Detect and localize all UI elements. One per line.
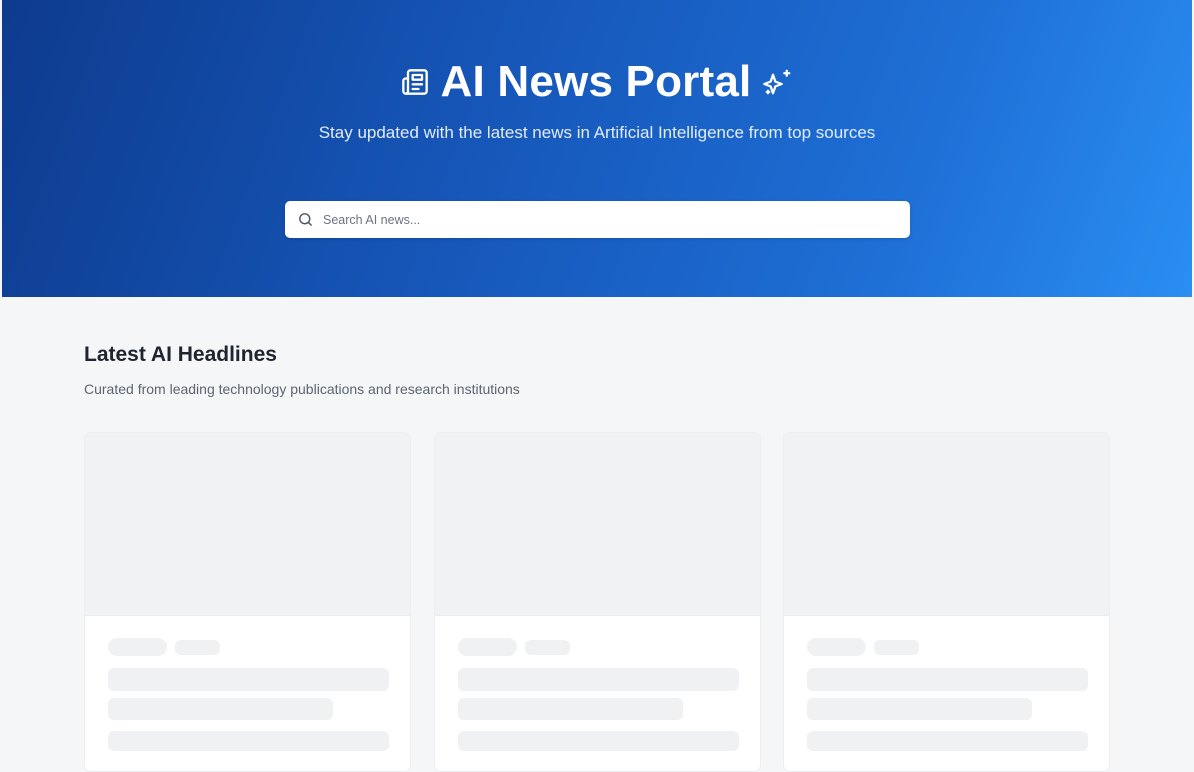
section-subtitle: Curated from leading technology publicat… — [84, 381, 520, 397]
hero-banner: AI News Portal Stay updated with the lat… — [2, 0, 1192, 297]
newspaper-icon — [401, 68, 429, 96]
skeleton-title-line — [807, 698, 1032, 720]
skeleton-source-badge — [108, 638, 167, 656]
skeleton-source-badge — [807, 638, 866, 656]
skeleton-title-line — [108, 668, 389, 691]
search-icon — [297, 211, 314, 228]
skeleton-source-badge — [458, 638, 517, 656]
news-card-skeleton — [84, 432, 411, 772]
skeleton-date — [175, 640, 220, 655]
skeleton-text-line — [458, 731, 739, 751]
page-title: AI News Portal — [440, 57, 752, 106]
news-card-skeleton — [783, 432, 1110, 772]
skeleton-text-line — [807, 731, 1088, 751]
card-image-placeholder — [784, 433, 1109, 616]
skeleton-title-line — [458, 698, 683, 720]
card-image-placeholder — [85, 433, 410, 616]
search-input[interactable] — [323, 212, 910, 227]
skeleton-title-line — [807, 668, 1088, 691]
skeleton-date — [525, 640, 570, 655]
sparkles-icon — [763, 67, 793, 97]
skeleton-title-line — [458, 668, 739, 691]
section-title: Latest AI Headlines — [84, 343, 277, 366]
skeleton-title-line — [108, 698, 333, 720]
news-card-skeleton — [434, 432, 761, 772]
search-bar[interactable] — [285, 201, 910, 238]
skeleton-date — [874, 640, 919, 655]
skeleton-text-line — [108, 731, 389, 751]
card-image-placeholder — [435, 433, 760, 616]
title-row: AI News Portal — [2, 58, 1192, 106]
hero-subtitle: Stay updated with the latest news in Art… — [318, 123, 876, 142]
